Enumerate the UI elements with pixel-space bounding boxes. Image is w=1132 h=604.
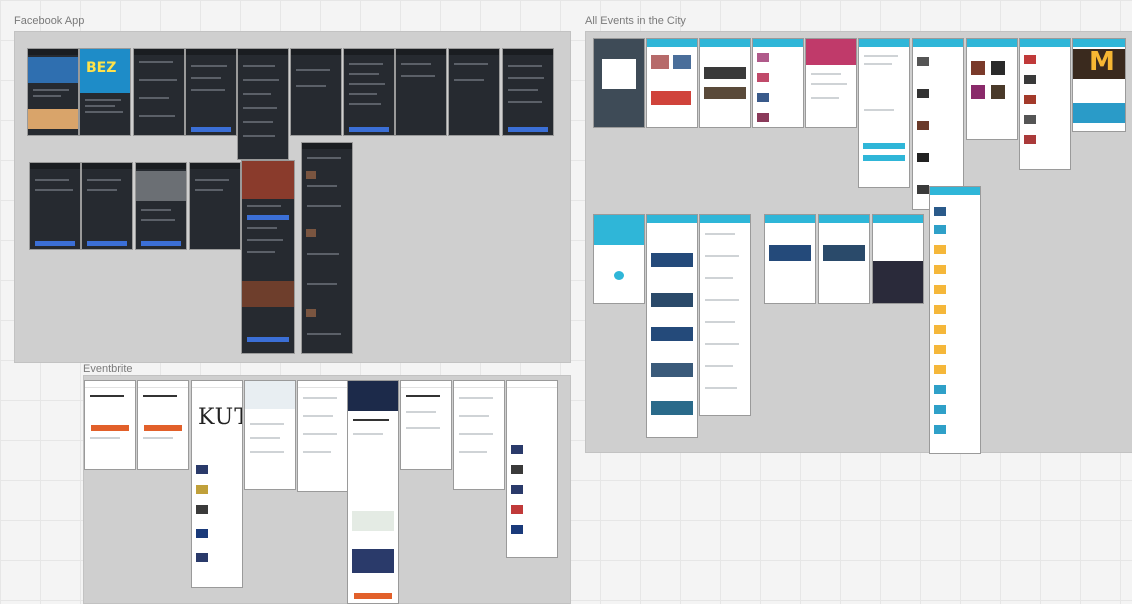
artboard-screen[interactable] [301, 142, 353, 354]
board-label-all-events[interactable]: All Events in the City [585, 15, 686, 27]
artboard-screen[interactable] [237, 48, 289, 160]
artboard-screen[interactable]: KUT [191, 380, 243, 588]
artboard-screen[interactable] [912, 38, 964, 210]
artboard-screen[interactable] [593, 214, 645, 304]
artboard-screen[interactable]: M [1072, 38, 1126, 132]
artboard-screen[interactable] [185, 48, 237, 136]
artboard-screen[interactable] [297, 380, 349, 492]
artboard-screen[interactable] [966, 38, 1018, 140]
artboard-screen[interactable] [502, 48, 554, 136]
artboard-kut-text: KUT [198, 405, 242, 430]
artboard-screen[interactable] [506, 380, 558, 558]
artboard-screen[interactable] [290, 48, 342, 136]
artboard-screen[interactable] [448, 48, 500, 136]
artboard-screen[interactable] [453, 380, 505, 490]
artboard-screen[interactable] [699, 214, 751, 416]
artboard-screen[interactable] [135, 162, 187, 250]
board-label-eventbrite[interactable]: Eventbrite [83, 363, 133, 375]
artboard-screen[interactable] [29, 162, 81, 250]
artboard-screen[interactable] [805, 38, 857, 128]
artboard-screen[interactable] [872, 214, 924, 304]
artboard-screen[interactable]: BEZ [79, 48, 131, 136]
board-label-facebook-app[interactable]: Facebook App [14, 15, 84, 27]
artboard-screen[interactable] [400, 380, 452, 470]
artboard-screen[interactable] [929, 186, 981, 454]
artboard-screen[interactable] [1019, 38, 1071, 170]
artboard-screen[interactable] [752, 38, 804, 128]
board-eventbrite[interactable]: KUT [83, 375, 571, 604]
artboard-screen[interactable] [764, 214, 816, 304]
board-facebook-app[interactable]: BEZ [14, 31, 571, 363]
artboard-screen[interactable] [133, 48, 185, 136]
artboard-screen[interactable] [858, 38, 910, 188]
artboard-screen[interactable] [593, 38, 645, 128]
artboard-screen[interactable] [818, 214, 870, 304]
artboard-screen[interactable] [189, 162, 241, 250]
artboard-screen[interactable] [646, 214, 698, 438]
artboard-screen[interactable] [241, 160, 295, 354]
artboard-screen[interactable] [343, 48, 395, 136]
artboard-bez-text: BEZ [86, 60, 117, 76]
artboard-m-text: M [1089, 47, 1115, 77]
artboard-screen[interactable] [137, 380, 189, 470]
artboard-screen[interactable] [347, 380, 399, 604]
artboard-screen[interactable] [699, 38, 751, 128]
artboard-screen[interactable] [81, 162, 133, 250]
artboard-screen[interactable] [244, 380, 296, 490]
artboard-screen[interactable] [646, 38, 698, 128]
artboard-screen[interactable] [27, 48, 79, 136]
artboard-screen[interactable] [84, 380, 136, 470]
artboard-screen[interactable] [395, 48, 447, 136]
board-all-events[interactable]: M [585, 31, 1132, 454]
